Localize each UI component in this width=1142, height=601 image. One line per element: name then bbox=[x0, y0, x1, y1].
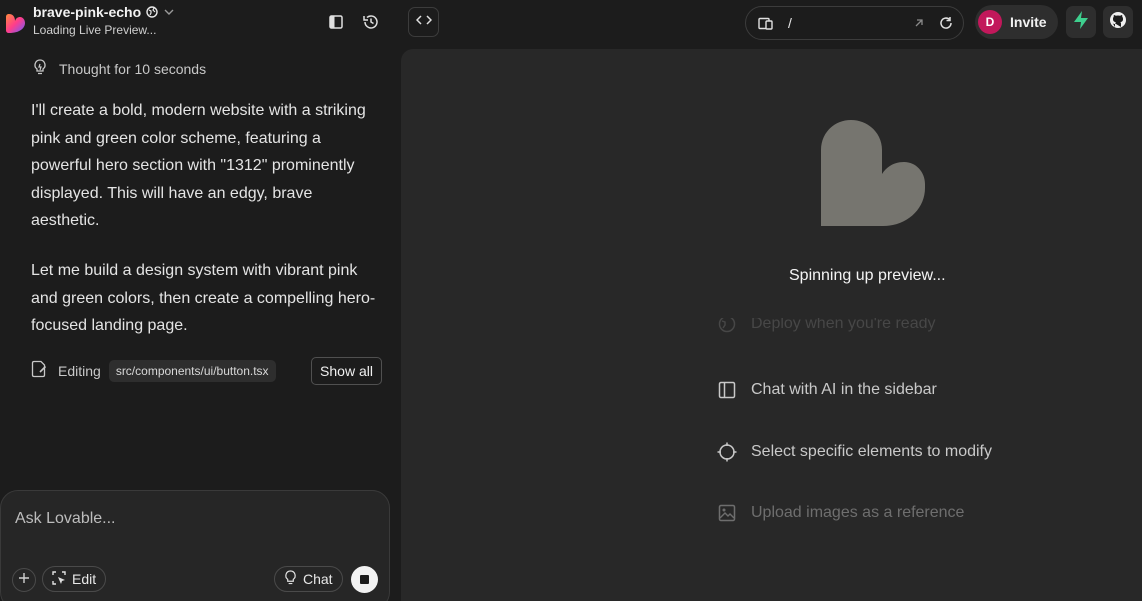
url-path[interactable]: / bbox=[788, 15, 792, 31]
project-name: brave-pink-echo bbox=[33, 4, 142, 20]
chat-composer: Ask Lovable... Edit Chat bbox=[0, 490, 390, 601]
globe-icon bbox=[146, 6, 158, 18]
lightbulb-icon bbox=[33, 59, 47, 78]
globe-deploy-icon bbox=[717, 318, 737, 334]
chat-mode-button[interactable]: Chat bbox=[274, 566, 343, 592]
thought-label: Thought for 10 seconds bbox=[59, 60, 207, 77]
history-icon[interactable] bbox=[361, 12, 381, 32]
select-icon bbox=[52, 570, 66, 588]
editing-status: Editing src/components/ui/button.tsx bbox=[31, 357, 276, 385]
sidebar-icon bbox=[717, 380, 737, 400]
refresh-icon[interactable] bbox=[938, 15, 954, 31]
image-icon bbox=[717, 503, 737, 523]
assistant-message: Let me build a design system with vibran… bbox=[31, 262, 376, 334]
feature-select: Select specific elements to modify bbox=[717, 442, 992, 462]
assistant-message: I'll create a bold, modern website with … bbox=[31, 102, 366, 229]
show-all-button[interactable]: Show all bbox=[311, 357, 382, 385]
stop-icon bbox=[360, 575, 369, 584]
chat-label: Chat bbox=[303, 571, 333, 587]
editing-file-chip[interactable]: src/components/ui/button.tsx bbox=[108, 360, 276, 382]
invite-label: Invite bbox=[1010, 14, 1047, 30]
editing-label: Editing bbox=[58, 363, 101, 379]
lovable-logo[interactable] bbox=[5, 13, 25, 33]
chat-input[interactable]: Ask Lovable... bbox=[15, 510, 116, 528]
chevron-down-icon[interactable] bbox=[163, 6, 175, 18]
avatar[interactable]: D bbox=[978, 10, 1002, 34]
feature-label: Deploy when you're ready bbox=[751, 318, 936, 332]
supabase-icon bbox=[1072, 10, 1090, 35]
thought-indicator[interactable]: Thought for 10 seconds bbox=[33, 59, 206, 78]
invite-button[interactable]: D Invite bbox=[975, 5, 1058, 39]
preview-panel: Spinning up preview... Deploy when you'r… bbox=[401, 49, 1142, 601]
feature-deploy: Deploy when you're ready bbox=[717, 318, 936, 342]
spinning-status: Spinning up preview... bbox=[789, 267, 946, 284]
edit-file-icon bbox=[31, 360, 47, 383]
url-bar[interactable]: / bbox=[745, 6, 964, 40]
stop-button[interactable] bbox=[351, 566, 378, 593]
device-icon[interactable] bbox=[757, 15, 773, 31]
code-icon bbox=[415, 13, 432, 31]
project-name-button[interactable]: brave-pink-echo bbox=[33, 4, 175, 20]
add-attachment-button[interactable] bbox=[12, 568, 36, 592]
project-status: Loading Live Preview... bbox=[33, 23, 157, 37]
lovable-heart-icon bbox=[821, 120, 925, 226]
target-icon bbox=[717, 442, 737, 462]
chat-panel: Thought for 10 seconds I'll create a bol… bbox=[0, 46, 400, 601]
top-bar: brave-pink-echo Loading Live Preview... … bbox=[0, 0, 1142, 46]
feature-label: Select specific elements to modify bbox=[751, 443, 992, 460]
lightbulb-icon bbox=[284, 570, 297, 588]
feature-label: Upload images as a reference bbox=[751, 504, 965, 521]
github-button[interactable] bbox=[1103, 6, 1133, 38]
edit-mode-button[interactable]: Edit bbox=[42, 566, 107, 592]
edit-label: Edit bbox=[72, 571, 97, 587]
sidebar-toggle-icon[interactable] bbox=[326, 12, 346, 32]
feature-upload: Upload images as a reference bbox=[717, 503, 964, 523]
plus-icon bbox=[18, 571, 30, 589]
feature-chat: Chat with AI in the sidebar bbox=[717, 380, 937, 400]
external-link-icon[interactable] bbox=[911, 15, 927, 31]
github-icon bbox=[1109, 11, 1127, 34]
code-view-button[interactable] bbox=[408, 7, 439, 37]
supabase-button[interactable] bbox=[1066, 6, 1096, 38]
feature-label: Chat with AI in the sidebar bbox=[751, 381, 937, 398]
